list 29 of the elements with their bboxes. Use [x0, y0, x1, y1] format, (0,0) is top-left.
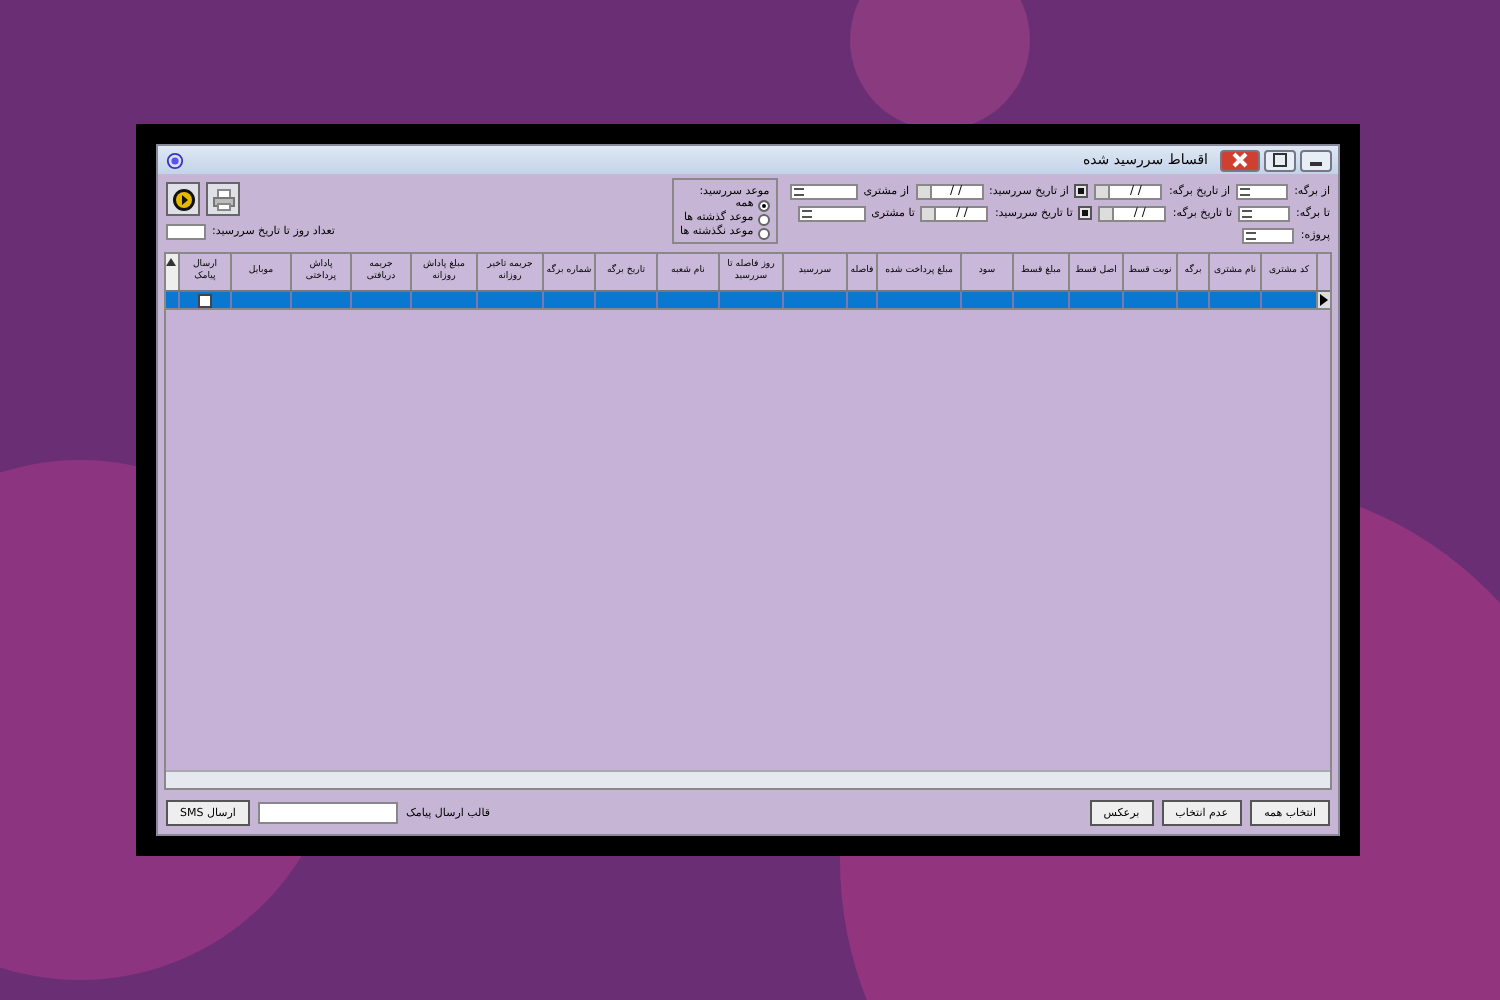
lookup-icon [1240, 187, 1251, 195]
maximize-icon [1272, 152, 1288, 168]
close-icon [1232, 152, 1248, 168]
template-field[interactable] [257, 802, 398, 824]
days-field[interactable] [166, 224, 206, 240]
maximize-button[interactable] [1264, 149, 1296, 171]
project-field[interactable] [1242, 227, 1295, 243]
sheet-field[interactable] [1236, 183, 1289, 199]
lookup-icon [1242, 209, 1253, 217]
lookup-icon [793, 187, 804, 195]
run-button[interactable] [166, 182, 200, 216]
checkbox[interactable] [198, 293, 212, 307]
app-icon [166, 151, 184, 169]
sheet-field[interactable] [1238, 205, 1291, 221]
close-button[interactable] [1220, 149, 1260, 171]
print-button[interactable] [206, 182, 240, 216]
square-icon [1082, 210, 1089, 216]
customer-field[interactable] [797, 205, 866, 221]
scroll-up-button[interactable] [166, 254, 178, 290]
up-arrow-icon [166, 258, 176, 266]
lookup-icon [801, 209, 812, 217]
customer-field[interactable] [789, 183, 858, 199]
horizontal-scrollbar[interactable] [166, 770, 1330, 788]
lookup-icon [1246, 231, 1257, 239]
square-icon [1078, 188, 1085, 194]
minimize-button[interactable] [1300, 149, 1332, 171]
printer-icon [211, 187, 235, 211]
play-icon [171, 187, 195, 211]
row-pointer-icon [1320, 294, 1328, 306]
